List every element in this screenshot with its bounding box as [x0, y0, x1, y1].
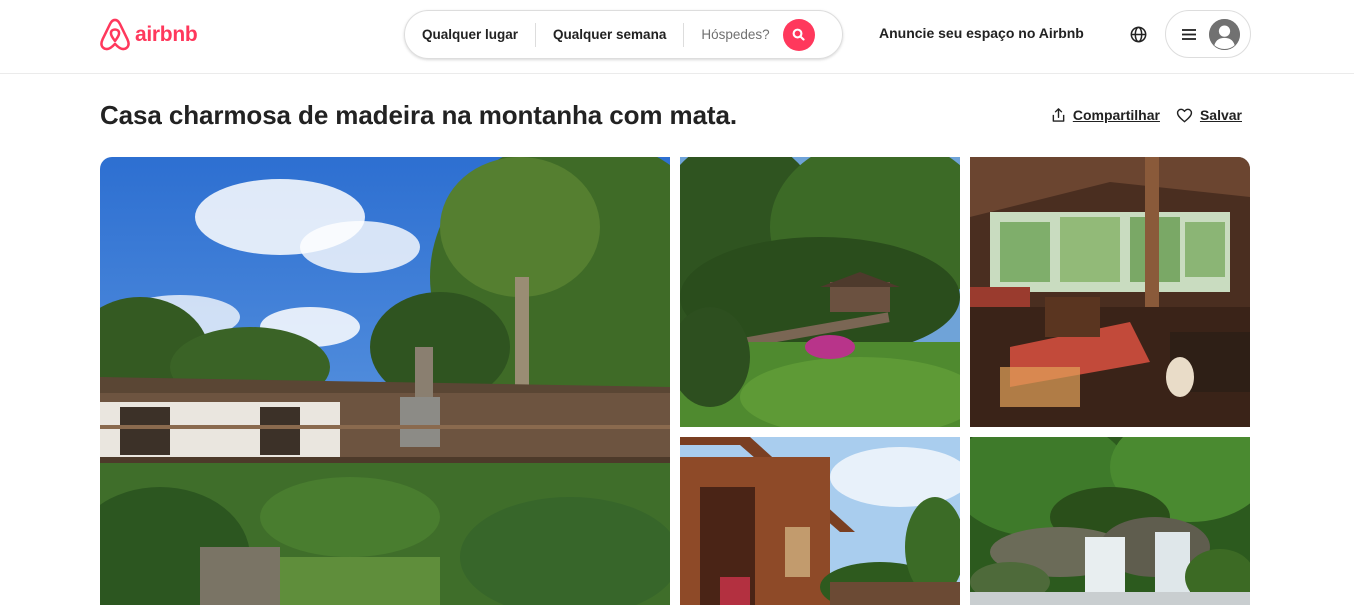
garden-image — [680, 157, 960, 427]
user-avatar-icon — [1209, 18, 1240, 50]
listing-title: Casa charmosa de madeira na montanha com… — [100, 100, 737, 130]
search-week[interactable]: Qualquer semana — [536, 27, 683, 42]
gallery-photo-2[interactable] — [680, 157, 960, 427]
top-header: airbnb Qualquer lugar Qualquer semana Hó… — [0, 0, 1354, 74]
share-icon — [1052, 108, 1065, 122]
search-guests[interactable]: Hóspedes? — [684, 27, 782, 42]
language-button[interactable] — [1127, 23, 1149, 45]
share-button[interactable]: Compartilhar — [1051, 107, 1160, 123]
living-room-image — [970, 157, 1250, 427]
cabin-image — [680, 437, 960, 605]
search-location[interactable]: Qualquer lugar — [405, 27, 535, 42]
profile-menu-button[interactable] — [1165, 10, 1251, 58]
save-button[interactable]: Salvar — [1176, 107, 1242, 123]
search-bar[interactable]: Qualquer lugar Qualquer semana Hóspedes? — [404, 10, 843, 59]
brand-name: airbnb — [135, 22, 198, 46]
listing-actions: Compartilhar Salvar — [1051, 107, 1242, 123]
host-link[interactable]: Anuncie seu espaço no Airbnb — [879, 25, 1084, 41]
photo-gallery — [100, 157, 1250, 605]
airbnb-logo-icon — [100, 18, 130, 51]
gallery-photo-4[interactable] — [680, 437, 960, 605]
gallery-photo-main[interactable] — [100, 157, 670, 605]
hamburger-icon — [1182, 28, 1196, 40]
search-button[interactable] — [782, 18, 815, 51]
search-icon — [792, 28, 805, 41]
heart-icon — [1176, 108, 1193, 122]
airbnb-logo[interactable]: airbnb — [99, 18, 198, 51]
gallery-photo-5[interactable] — [970, 437, 1250, 605]
house-exterior-image — [100, 157, 670, 605]
save-label: Salvar — [1199, 107, 1242, 123]
waterfall-image — [970, 437, 1250, 605]
gallery-photo-3[interactable] — [970, 157, 1250, 427]
share-label: Compartilhar — [1072, 107, 1160, 123]
globe-icon — [1130, 26, 1146, 42]
